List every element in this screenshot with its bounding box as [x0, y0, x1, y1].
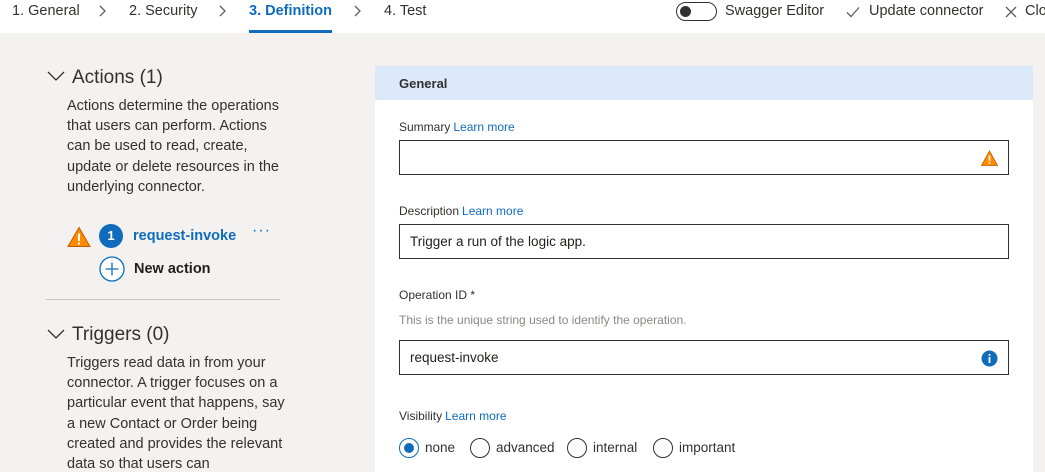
summary-label-text: Summary [399, 120, 451, 134]
triggers-heading[interactable]: Triggers (0) [72, 324, 169, 346]
more-options-icon[interactable]: ··· [252, 222, 271, 240]
new-action-button[interactable]: New action [134, 261, 211, 277]
visibility-label-text: Visibility [399, 409, 443, 423]
wizard-nav: 1. General 2. Security 3. Definition 4. … [0, 0, 1045, 33]
actions-heading[interactable]: Actions (1) [72, 67, 163, 89]
chevron-right-icon [219, 5, 226, 17]
chevron-down-icon[interactable] [47, 70, 65, 82]
active-tab-indicator [249, 30, 332, 33]
chevron-right-icon [354, 5, 361, 17]
warning-icon [981, 150, 998, 166]
swagger-editor-label: Swagger Editor [725, 3, 825, 19]
checkmark-icon [846, 7, 860, 18]
description-label-text: Description [399, 204, 460, 218]
visibility-radio-none[interactable] [399, 438, 419, 458]
section-divider [46, 299, 280, 300]
close-icon [1005, 6, 1017, 18]
tab-security[interactable]: 2. Security [129, 3, 198, 19]
summary-input[interactable] [399, 140, 1009, 175]
operation-id-value: request-invoke [410, 350, 499, 365]
chevron-right-icon [99, 5, 106, 17]
panel-title: General [399, 76, 448, 91]
panel-header: General [375, 66, 1033, 100]
description-learn-more-link[interactable]: Learn more [462, 204, 523, 218]
visibility-learn-more-link[interactable]: Learn more [445, 409, 506, 423]
operation-id-hint: This is the unique string used to identi… [399, 313, 687, 327]
warning-icon [67, 226, 91, 247]
description-input[interactable]: Trigger a run of the logic app. [399, 224, 1009, 259]
general-panel: General Summary Learn more Description Lea… [375, 66, 1033, 472]
visibility-radio-internal[interactable] [567, 438, 587, 458]
toggle-knob [680, 5, 691, 17]
info-icon[interactable] [981, 350, 998, 367]
description-label: Description Learn more [399, 204, 523, 218]
tab-test[interactable]: 4. Test [384, 3, 426, 19]
tab-general[interactable]: 1. General [12, 3, 80, 19]
triggers-description: Triggers read data in from your connecto… [67, 355, 285, 472]
visibility-option-label[interactable]: internal [593, 440, 637, 455]
operation-id-label: Operation ID * [399, 288, 476, 302]
visibility-option-label[interactable]: important [679, 440, 735, 455]
action-item-request-invoke[interactable]: request-invoke [133, 228, 236, 244]
actions-description: Actions determine the operations that us… [67, 98, 279, 195]
visibility-option-label[interactable]: none [425, 440, 455, 455]
summary-label: Summary Learn more [399, 120, 515, 134]
visibility-radio-important[interactable] [653, 438, 673, 458]
summary-learn-more-link[interactable]: Learn more [453, 120, 514, 134]
description-value: Trigger a run of the logic app. [410, 234, 586, 249]
add-circle-icon[interactable] [99, 256, 125, 282]
operation-id-input[interactable]: request-invoke [399, 340, 1009, 375]
visibility-radio-advanced[interactable] [470, 438, 490, 458]
visibility-option-label[interactable]: advanced [496, 440, 555, 455]
close-button[interactable]: Clo [1025, 3, 1045, 19]
chevron-down-icon[interactable] [47, 328, 65, 340]
visibility-label: Visibility Learn more [399, 409, 507, 423]
action-number-badge: 1 [99, 224, 123, 248]
tab-definition[interactable]: 3. Definition [249, 3, 332, 19]
swagger-editor-toggle[interactable] [676, 2, 717, 21]
update-connector-button[interactable]: Update connector [869, 3, 983, 19]
